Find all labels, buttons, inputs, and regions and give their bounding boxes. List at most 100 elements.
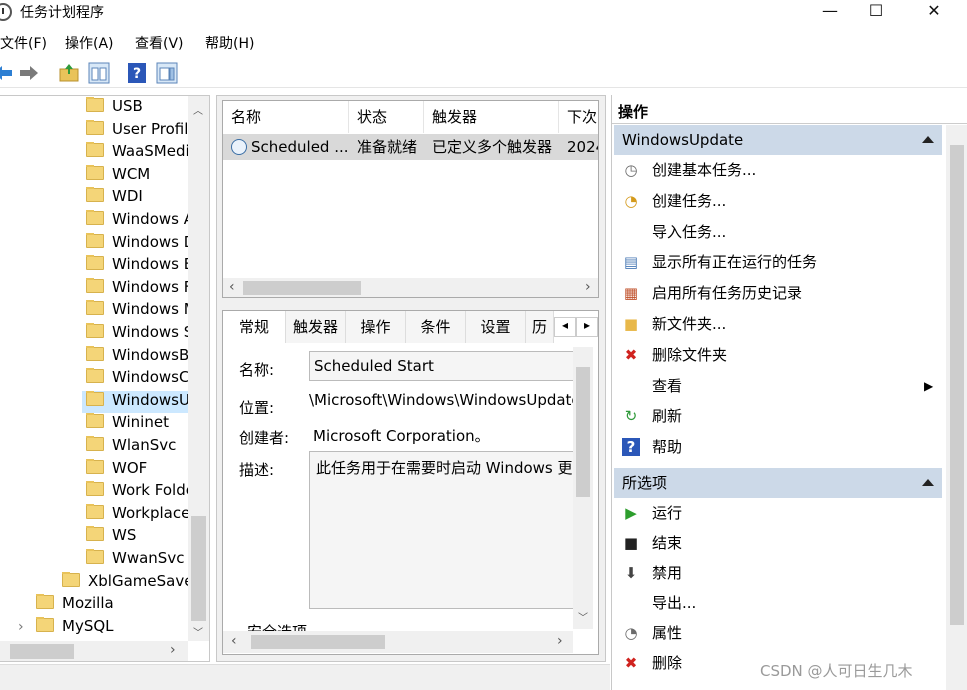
detail-horizontal-scrollbar[interactable]: ‹ › bbox=[223, 631, 573, 653]
scroll-down-arrow-icon[interactable]: ﹀ bbox=[193, 624, 203, 639]
tree-item[interactable]: WlanSvc bbox=[82, 436, 188, 458]
tree-item[interactable]: WOF bbox=[82, 458, 188, 481]
action-item[interactable]: ■ 新文件夹... bbox=[622, 311, 940, 337]
tree-scroll-thumb[interactable] bbox=[191, 516, 206, 621]
action-item[interactable]: ▤ 显示所有正在运行的任务 bbox=[622, 249, 940, 275]
menu-file[interactable]: 文件(F) bbox=[0, 33, 47, 53]
actions-vertical-scrollbar[interactable] bbox=[946, 125, 967, 690]
detail-vertical-scrollbar[interactable]: ﹀ bbox=[573, 347, 593, 629]
delete-icon: ✖ bbox=[624, 345, 638, 364]
tree-item[interactable]: Wininet bbox=[82, 413, 188, 435]
scroll-up-arrow-icon[interactable]: ︿ bbox=[193, 102, 203, 117]
author-label: 创建者: bbox=[239, 429, 290, 447]
tab-triggers[interactable]: 触发器 bbox=[286, 311, 346, 343]
action-item[interactable]: ◔ 创建任务... bbox=[622, 188, 940, 214]
tab-scroll-left-icon[interactable]: ◂ bbox=[554, 317, 576, 337]
tree-item[interactable]: Windows M bbox=[82, 300, 188, 322]
action-item[interactable]: ◔ 属性 bbox=[622, 620, 940, 646]
maximize-button[interactable]: ☐ bbox=[853, 0, 899, 26]
action-item[interactable]: 查看 ▶ bbox=[622, 373, 940, 399]
tree-item[interactable]: WDI bbox=[82, 187, 188, 209]
scroll-down-arrow-icon[interactable]: ﹀ bbox=[578, 609, 588, 624]
scroll-right-arrow-icon[interactable]: › bbox=[585, 279, 591, 295]
tree-item[interactable]: User Profile bbox=[82, 119, 188, 142]
action-item[interactable]: ↻ 刷新 bbox=[622, 403, 940, 429]
forward-arrow-icon[interactable] bbox=[18, 62, 40, 84]
action-item[interactable]: ? 帮助 bbox=[622, 434, 940, 460]
column-header-status[interactable]: 状态 bbox=[349, 101, 424, 133]
tree-item[interactable]: Workplace bbox=[82, 503, 188, 526]
scroll-right-arrow-icon[interactable]: › bbox=[170, 642, 176, 658]
tree-item[interactable]: Work Folde bbox=[82, 481, 188, 503]
column-header-trigger[interactable]: 触发器 bbox=[424, 101, 559, 133]
scroll-left-arrow-icon[interactable]: ‹ bbox=[229, 279, 235, 295]
tree-hscroll-thumb[interactable] bbox=[10, 644, 74, 659]
tab-actions[interactable]: 操作 bbox=[346, 311, 406, 343]
task-description-field[interactable]: 此任务用于在需要时启动 Windows 更新 bbox=[309, 451, 579, 609]
section-header-windowsupdate[interactable]: WindowsUpdate bbox=[614, 125, 942, 155]
tree-item[interactable]: Windows A bbox=[82, 210, 188, 232]
folder-tree[interactable]: USB User Profile WaaSMedic WCM WDI Windows A W… bbox=[0, 95, 210, 662]
tree-item[interactable]: WindowsCo bbox=[82, 368, 188, 390]
task-list[interactable]: 名称 状态 触发器 下次 Scheduled ... 准备就绪 已定义多个触发器… bbox=[222, 100, 599, 298]
action-item[interactable]: ▶ 运行 bbox=[622, 500, 940, 526]
tree-item[interactable]: WCM bbox=[82, 164, 188, 187]
show-hide-action-pane-icon[interactable] bbox=[156, 62, 178, 84]
task-name-field[interactable]: Scheduled Start bbox=[309, 351, 579, 381]
up-folder-icon[interactable] bbox=[58, 62, 80, 84]
tab-history[interactable]: 历 bbox=[526, 311, 554, 343]
tree-horizontal-scrollbar[interactable]: › bbox=[0, 641, 188, 661]
scroll-right-arrow-icon[interactable]: › bbox=[557, 633, 563, 649]
section-header-selected-item[interactable]: 所选项 bbox=[614, 468, 942, 498]
action-item[interactable]: ▦ 启用所有任务历史记录 bbox=[622, 280, 940, 306]
detail-hscroll-thumb[interactable] bbox=[251, 635, 385, 649]
menu-view[interactable]: 查看(V) bbox=[135, 33, 184, 53]
tree-item[interactable]: XblGameSave bbox=[58, 571, 188, 594]
tree-item[interactable]: Windows E bbox=[82, 255, 188, 277]
tree-item[interactable]: Mozilla bbox=[18, 594, 188, 616]
menu-help[interactable]: 帮助(H) bbox=[205, 33, 254, 53]
tree-item[interactable]: Windows S bbox=[82, 323, 188, 345]
tab-settings[interactable]: 设置 bbox=[466, 311, 526, 343]
tree-item[interactable]: WaaSMedic bbox=[82, 142, 188, 164]
tab-conditions[interactable]: 条件 bbox=[406, 311, 466, 343]
task-list-horizontal-scrollbar[interactable]: ‹ › bbox=[223, 278, 598, 297]
tree-item[interactable]: WS bbox=[82, 526, 188, 548]
column-header-name[interactable]: 名称 bbox=[223, 101, 349, 133]
section-title-windowsupdate: WindowsUpdate bbox=[622, 131, 744, 149]
detail-scroll-thumb[interactable] bbox=[576, 367, 590, 497]
action-item[interactable]: 导出... bbox=[622, 590, 940, 616]
task-author-value: Microsoft Corporation。 bbox=[313, 427, 490, 445]
column-header-next-run[interactable]: 下次 bbox=[559, 101, 598, 133]
action-label: 导入任务... bbox=[652, 222, 727, 241]
action-item[interactable]: ✖ 删除文件夹 bbox=[622, 342, 940, 368]
action-item[interactable]: ⬇ 禁用 bbox=[622, 560, 940, 586]
action-item[interactable]: 导入任务... bbox=[622, 219, 940, 245]
collapse-arrow-icon[interactable] bbox=[922, 479, 934, 486]
tree-item[interactable]: WwanSvc bbox=[82, 549, 188, 571]
refresh-icon: ↻ bbox=[624, 407, 638, 426]
expand-chevron-icon[interactable]: › bbox=[18, 619, 36, 635]
minimize-button[interactable]: — bbox=[807, 0, 853, 26]
tree-item[interactable]: USB bbox=[82, 97, 188, 119]
menu-action[interactable]: 操作(A) bbox=[65, 33, 114, 53]
action-item[interactable]: ■ 结束 bbox=[622, 530, 940, 556]
tree-item-selected[interactable]: WindowsUp bbox=[82, 390, 188, 413]
show-hide-tree-icon[interactable] bbox=[88, 62, 110, 84]
tree-item[interactable]: Windows F bbox=[82, 277, 188, 300]
tree-item[interactable]: › MySQL bbox=[18, 616, 188, 639]
tab-scroll-right-icon[interactable]: ▸ bbox=[576, 317, 598, 337]
tab-general[interactable]: 常规 bbox=[223, 311, 286, 343]
collapse-arrow-icon[interactable] bbox=[922, 136, 934, 143]
tree-item[interactable]: WindowsBa bbox=[82, 345, 188, 368]
scroll-left-arrow-icon[interactable]: ‹ bbox=[231, 633, 237, 649]
tree-item[interactable]: Windows D bbox=[82, 232, 188, 255]
tree-item-label: Windows F bbox=[112, 277, 188, 296]
actions-scroll-thumb[interactable] bbox=[950, 145, 964, 625]
close-button[interactable]: ✕ bbox=[911, 0, 957, 26]
task-list-hscroll-thumb[interactable] bbox=[243, 281, 361, 295]
action-item[interactable]: ◷ 创建基本任务... bbox=[622, 157, 940, 183]
back-arrow-icon[interactable] bbox=[0, 62, 14, 84]
tree-vertical-scrollbar[interactable]: ︿ ﹀ bbox=[188, 96, 209, 641]
help-toolbar-icon[interactable]: ? bbox=[126, 62, 148, 84]
